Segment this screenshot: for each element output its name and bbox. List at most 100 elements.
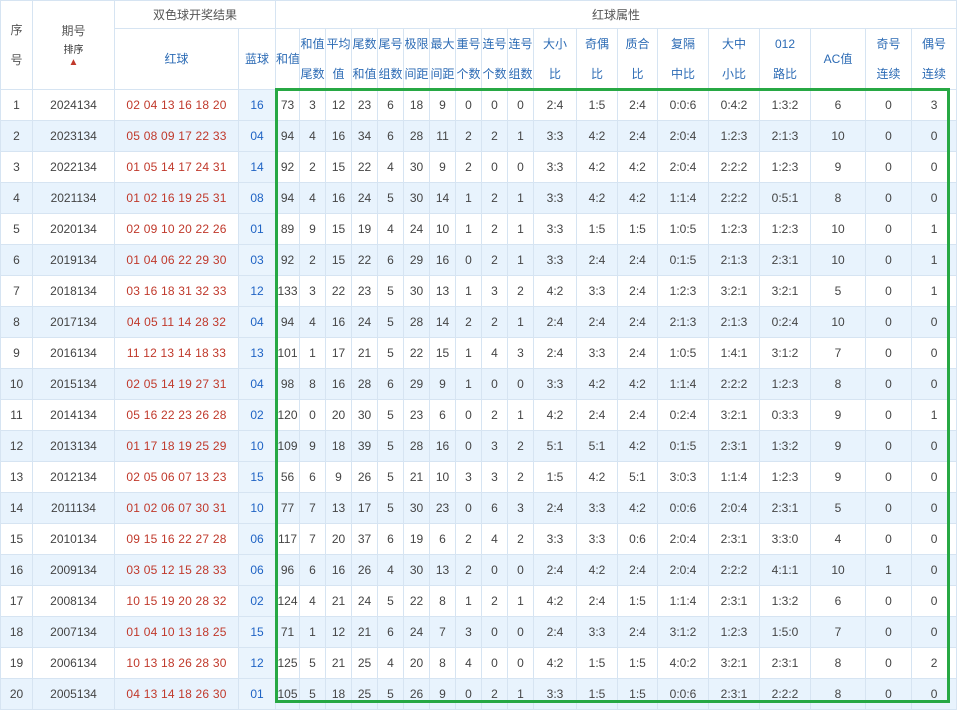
cell-attr: 16	[325, 120, 353, 152]
cell-attr: 4:2	[576, 554, 619, 586]
attr-group-header: 红球属性	[275, 0, 957, 29]
cell-seq: 6	[0, 244, 33, 276]
cell-attr: 6	[377, 120, 405, 152]
cell-red-balls: 11 12 13 14 18 33	[114, 337, 239, 369]
cell-attr: 0:6	[617, 523, 659, 555]
cell-attr: 2:4	[617, 399, 659, 431]
cell-attr: 1	[911, 275, 957, 307]
cell-attr: 6	[481, 492, 509, 524]
cell-attr: 2:4	[533, 616, 578, 648]
cell-seq: 20	[0, 678, 33, 710]
col-attr-label: 组数	[508, 67, 533, 81]
col-seq-label: 序号	[10, 23, 23, 67]
cell-attr: 2	[481, 585, 509, 617]
cell-attr: 0:3:3	[759, 399, 812, 431]
cell-red-balls: 04 05 11 14 28 32	[114, 306, 239, 338]
cell-attr: 22	[351, 151, 379, 183]
col-attr-label: 路比	[773, 67, 798, 81]
cell-seq: 11	[0, 399, 33, 431]
cell-attr: 0	[507, 151, 535, 183]
cell-attr: 23	[351, 89, 379, 121]
col-attr-18: 奇号 连续	[865, 28, 913, 90]
cell-attr: 5	[377, 430, 405, 462]
cell-attr: 1	[507, 585, 535, 617]
cell-attr: 0	[911, 585, 957, 617]
cell-seq: 17	[0, 585, 33, 617]
cell-attr: 1:5	[617, 585, 659, 617]
cell-attr: 1:5	[576, 213, 619, 245]
cell-attr: 9	[810, 430, 867, 462]
cell-attr: 20	[325, 399, 353, 431]
cell-attr: 2	[299, 244, 327, 276]
cell-attr: 7	[810, 616, 867, 648]
cell-attr: 73	[275, 89, 301, 121]
cell-attr: 3:3:0	[759, 523, 812, 555]
cell-attr: 4	[481, 523, 509, 555]
cell-seq: 4	[0, 182, 33, 214]
cell-attr: 0	[865, 213, 913, 245]
cell-attr: 0	[911, 182, 957, 214]
cell-attr: 4:2	[533, 585, 578, 617]
cell-attr: 1	[911, 244, 957, 276]
col-attr-label: 偶号	[922, 37, 947, 51]
cell-attr: 1:0:5	[657, 213, 710, 245]
cell-attr: 133	[275, 275, 301, 307]
cell-attr: 2:4	[533, 492, 578, 524]
cell-attr: 15	[429, 337, 457, 369]
cell-red-balls: 01 02 16 19 25 31	[114, 182, 239, 214]
cell-red-balls: 04 13 14 18 26 30	[114, 678, 239, 710]
cell-attr: 10	[810, 244, 867, 276]
cell-attr: 20	[403, 647, 431, 679]
result-group-header: 双色球开奖结果	[113, 0, 277, 29]
cell-attr: 3:2:1	[708, 399, 761, 431]
col-attr-label: 平均	[326, 37, 351, 51]
cell-attr: 1:5	[576, 647, 619, 679]
sort-label[interactable]: 排序	[34, 44, 114, 58]
cell-attr: 1:3:2	[759, 585, 812, 617]
cell-attr: 3	[455, 616, 483, 648]
cell-attr: 29	[403, 368, 431, 400]
cell-attr: 19	[403, 523, 431, 555]
cell-seq: 9	[0, 337, 33, 369]
col-attr-label: 大小	[543, 37, 568, 51]
sort-up-arrow-icon[interactable]: ▲	[34, 58, 114, 68]
table-header: 序号 期号 排序 ▲ 双色球开奖结果 红球属性 红球 蓝球 和值 和值 尾数 平均值尾…	[0, 0, 957, 90]
col-period[interactable]: 期号 排序 ▲	[32, 0, 115, 90]
cell-attr: 2:3:1	[759, 244, 812, 276]
cell-attr: 9	[429, 368, 457, 400]
cell-attr: 7	[299, 492, 327, 524]
cell-attr: 5:1	[576, 430, 619, 462]
cell-attr: 0	[507, 554, 535, 586]
cell-blue-ball: 02	[237, 399, 277, 431]
table-row: 13 2012134 02 05 06 07 13 23 15 56 6 9 26 5 21 10 3…	[0, 461, 957, 493]
cell-attr: 0	[911, 461, 957, 493]
cell-attr: 2	[481, 120, 509, 152]
cell-attr: 2:3:1	[759, 492, 812, 524]
cell-attr: 2	[507, 461, 535, 493]
col-attr-7: 最大 间距	[429, 28, 457, 90]
cell-attr: 0	[911, 151, 957, 183]
cell-attr: 17	[325, 337, 353, 369]
cell-attr: 15	[325, 213, 353, 245]
cell-attr: 3:3	[576, 616, 619, 648]
cell-attr: 4	[377, 213, 405, 245]
cell-attr: 10	[810, 213, 867, 245]
cell-attr: 4:2	[533, 275, 578, 307]
cell-attr: 0	[865, 120, 913, 152]
cell-attr: 125	[275, 647, 301, 679]
cell-attr: 10	[429, 461, 457, 493]
cell-attr: 1	[507, 306, 535, 338]
cell-blue-ball: 15	[237, 616, 277, 648]
cell-attr: 1:1:4	[657, 368, 710, 400]
cell-attr: 23	[429, 492, 457, 524]
cell-attr: 0	[865, 275, 913, 307]
cell-attr: 0	[865, 399, 913, 431]
cell-attr: 6	[377, 244, 405, 276]
col-attr-label: 大中	[722, 37, 747, 51]
cell-attr: 30	[403, 275, 431, 307]
cell-attr: 21	[351, 337, 379, 369]
cell-seq: 3	[0, 151, 33, 183]
col-attr-11: 大小比	[533, 28, 578, 90]
cell-attr: 1	[455, 585, 483, 617]
cell-attr: 1:4:1	[708, 337, 761, 369]
